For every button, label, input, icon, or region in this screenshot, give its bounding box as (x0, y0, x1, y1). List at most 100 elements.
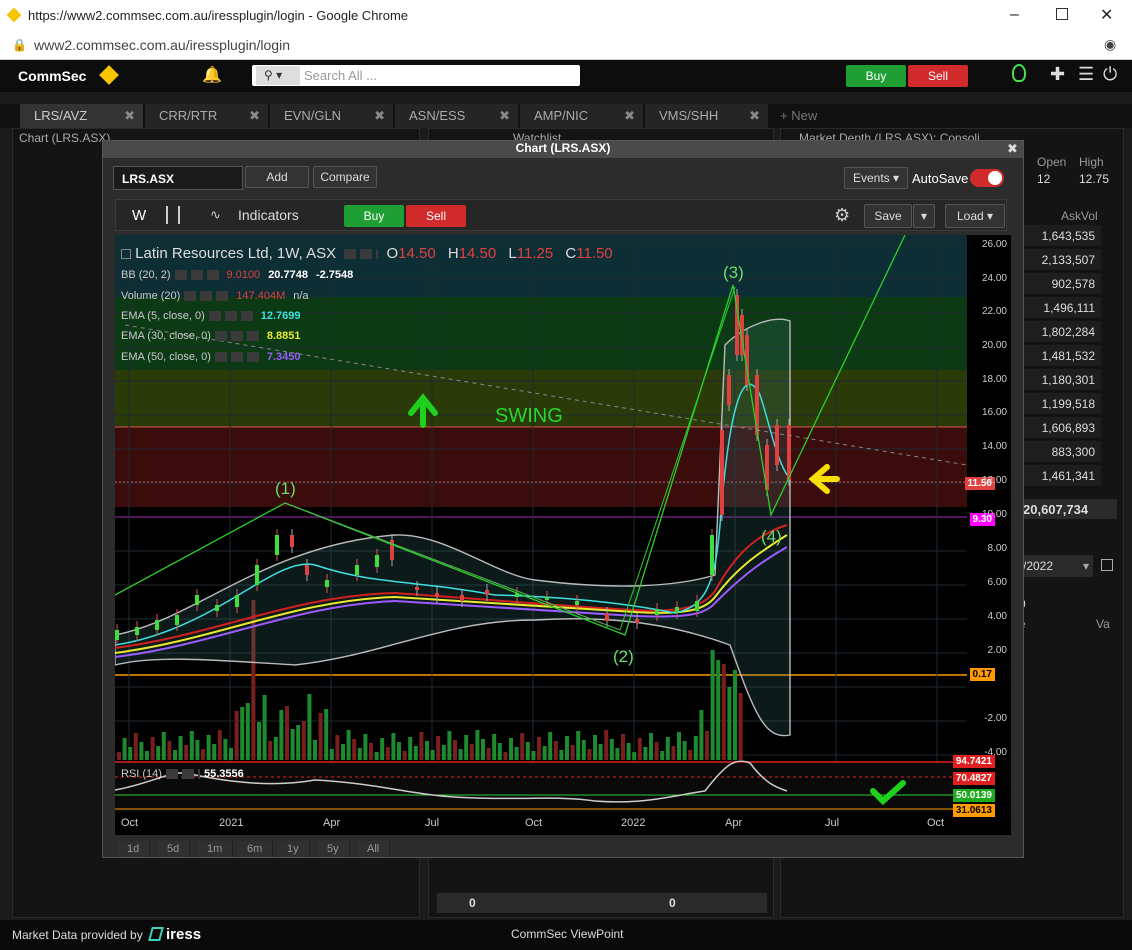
bb-value: -2.7548 (315, 269, 354, 281)
legend-controls-icon[interactable] (214, 331, 263, 342)
range-button-1y[interactable]: 1y (277, 841, 310, 857)
compare-button[interactable]: Compare (313, 166, 377, 188)
legend-controls-icon[interactable] (174, 270, 223, 281)
askvol-row[interactable]: 1,643,535 (1021, 225, 1101, 247)
legend-controls-icon[interactable] (184, 291, 233, 302)
volume-bar (581, 740, 586, 760)
lightbulb-icon[interactable] (1012, 64, 1026, 82)
y-axis-label: -2.00 (984, 713, 1007, 724)
askvol-row[interactable]: 2,133,507 (1021, 249, 1101, 271)
volume-bar (335, 735, 340, 760)
volume-bar (307, 694, 312, 760)
maximize-icon[interactable] (1056, 8, 1068, 20)
address-text[interactable]: www2.commsec.com.au/iressplugin/login (34, 37, 290, 53)
close-tab-icon[interactable]: ✖ (249, 108, 260, 124)
chart-canvas[interactable] (115, 235, 1011, 835)
askvol-row[interactable]: 1,606,893 (1021, 417, 1101, 439)
chart-sell-button[interactable]: Sell (406, 205, 466, 227)
address-bar[interactable]: 🔒 www2.commsec.com.au/iressplugin/login … (0, 32, 1132, 60)
range-button-All[interactable]: All (357, 841, 391, 857)
chart-window-titlebar[interactable]: Chart (LRS.ASX) (103, 141, 1023, 158)
askvol-row[interactable]: 1,496,111 (1021, 297, 1101, 319)
askvol-total: 20,607,734 (1019, 499, 1117, 519)
y-axis-label: 24.00 (981, 273, 1007, 284)
candle-body (435, 593, 439, 597)
volume-bar (285, 706, 289, 760)
add-button[interactable]: Add (245, 166, 309, 188)
legend-controls-icon[interactable] (344, 249, 379, 260)
volume-bar (559, 750, 564, 760)
askvol-row[interactable]: 1,481,532 (1021, 345, 1101, 367)
tab-label: VMS/SHH (659, 108, 719, 123)
eye-icon[interactable]: ◉ (1104, 36, 1116, 53)
events-button[interactable]: Events ▾ (844, 167, 908, 189)
calendar-icon[interactable] (1101, 559, 1113, 571)
close-tab-icon[interactable]: ✖ (749, 108, 760, 124)
volume-bar (397, 742, 401, 760)
tab-asn-ess[interactable]: ASN/ESS ✖ (395, 104, 519, 128)
chart-buy-button[interactable]: Buy (344, 205, 404, 227)
add-icon[interactable]: ✚ (1050, 64, 1065, 85)
load-button[interactable]: Load ▾ (945, 204, 1005, 228)
y-axis-label: 18.00 (981, 374, 1007, 385)
legend-controls-icon[interactable] (214, 352, 263, 363)
close-chart-icon[interactable]: ✖ (1007, 141, 1018, 157)
candlestick-icon[interactable] (166, 206, 180, 224)
symbol-input[interactable]: LRS.ASX (113, 166, 243, 190)
askvol-row[interactable]: 902,578 (1021, 273, 1101, 295)
indicators-icon[interactable]: ∿ (210, 207, 221, 223)
candle-body (115, 630, 119, 640)
tab-lrs-avz[interactable]: LRS/AVZ ✖ (20, 104, 144, 128)
askvol-row[interactable]: 1,180,301 (1021, 369, 1101, 391)
volume-bar (189, 731, 194, 760)
ema5-value: 12.7699 (260, 310, 301, 322)
range-button-6m[interactable]: 6m (237, 841, 274, 857)
commsec-logo[interactable]: CommSec (18, 68, 86, 84)
askvol-row[interactable]: 1,802,284 (1021, 321, 1101, 343)
close-tab-icon[interactable]: ✖ (499, 108, 510, 124)
legend-controls-icon[interactable] (208, 311, 257, 322)
close-window-icon[interactable]: ✕ (1100, 5, 1113, 25)
volume-bar (503, 752, 508, 760)
rsi-tag-70: 70.4827 (952, 772, 995, 785)
indicators-button[interactable]: Indicators (238, 207, 299, 223)
depth-partial-label: Va (1096, 617, 1110, 631)
legend-controls-icon[interactable] (165, 769, 200, 780)
close-tab-icon[interactable]: ✖ (124, 108, 135, 124)
buy-button[interactable]: Buy (846, 65, 906, 87)
range-button-1m[interactable]: 1m (197, 841, 234, 857)
save-menu-chevron-icon[interactable]: ▾ (913, 204, 935, 228)
search-box[interactable]: ⚲ ▾ Search All ... (252, 65, 580, 86)
power-icon[interactable]: ⏻ (1103, 64, 1117, 85)
close-tab-icon[interactable]: ✖ (624, 108, 635, 124)
candle-body (635, 619, 639, 623)
collapse-icon[interactable] (121, 249, 131, 260)
askvol-row[interactable]: 883,300 (1021, 441, 1101, 463)
period-selector[interactable]: W (132, 207, 146, 224)
save-button[interactable]: Save (864, 204, 912, 228)
sell-button[interactable]: Sell (908, 65, 968, 87)
autosave-toggle[interactable] (970, 169, 1004, 187)
askvol-row[interactable]: 1,461,341 (1021, 465, 1101, 487)
range-button-5d[interactable]: 5d (157, 841, 191, 857)
volume-bar (217, 730, 222, 760)
ema50-label: EMA (50, close, 0) (121, 351, 211, 363)
range-button-5y[interactable]: 5y (317, 841, 350, 857)
menu-icon[interactable]: ☰ (1078, 64, 1094, 85)
tab-crr-rtr[interactable]: CRR/RTR ✖ (145, 104, 269, 128)
search-icon[interactable]: ⚲ ▾ (256, 66, 300, 85)
tab-evn-gln[interactable]: EVN/GLN ✖ (270, 104, 394, 128)
bell-icon[interactable]: 🔔 (202, 65, 222, 85)
range-button-1d[interactable]: 1d (117, 841, 151, 857)
price-chart[interactable]: Latin Resources Ltd, 1W, ASX O14.50 H14.… (115, 235, 1011, 835)
askvol-row[interactable]: 1,199,518 (1021, 393, 1101, 415)
settings-icon[interactable]: ⚙ (834, 205, 850, 226)
tab-amp-nic[interactable]: AMP/NIC ✖ (520, 104, 644, 128)
minimize-icon[interactable]: – (1010, 6, 1019, 24)
tab-vms-shh[interactable]: VMS/SHH ✖ (645, 104, 769, 128)
volume-bar (245, 703, 250, 760)
close-tab-icon[interactable]: ✖ (374, 108, 385, 124)
date-select[interactable]: /2022 ▾ (1019, 555, 1093, 577)
search-input[interactable]: Search All ... (304, 68, 377, 83)
new-tab-button[interactable]: + New (780, 108, 817, 123)
